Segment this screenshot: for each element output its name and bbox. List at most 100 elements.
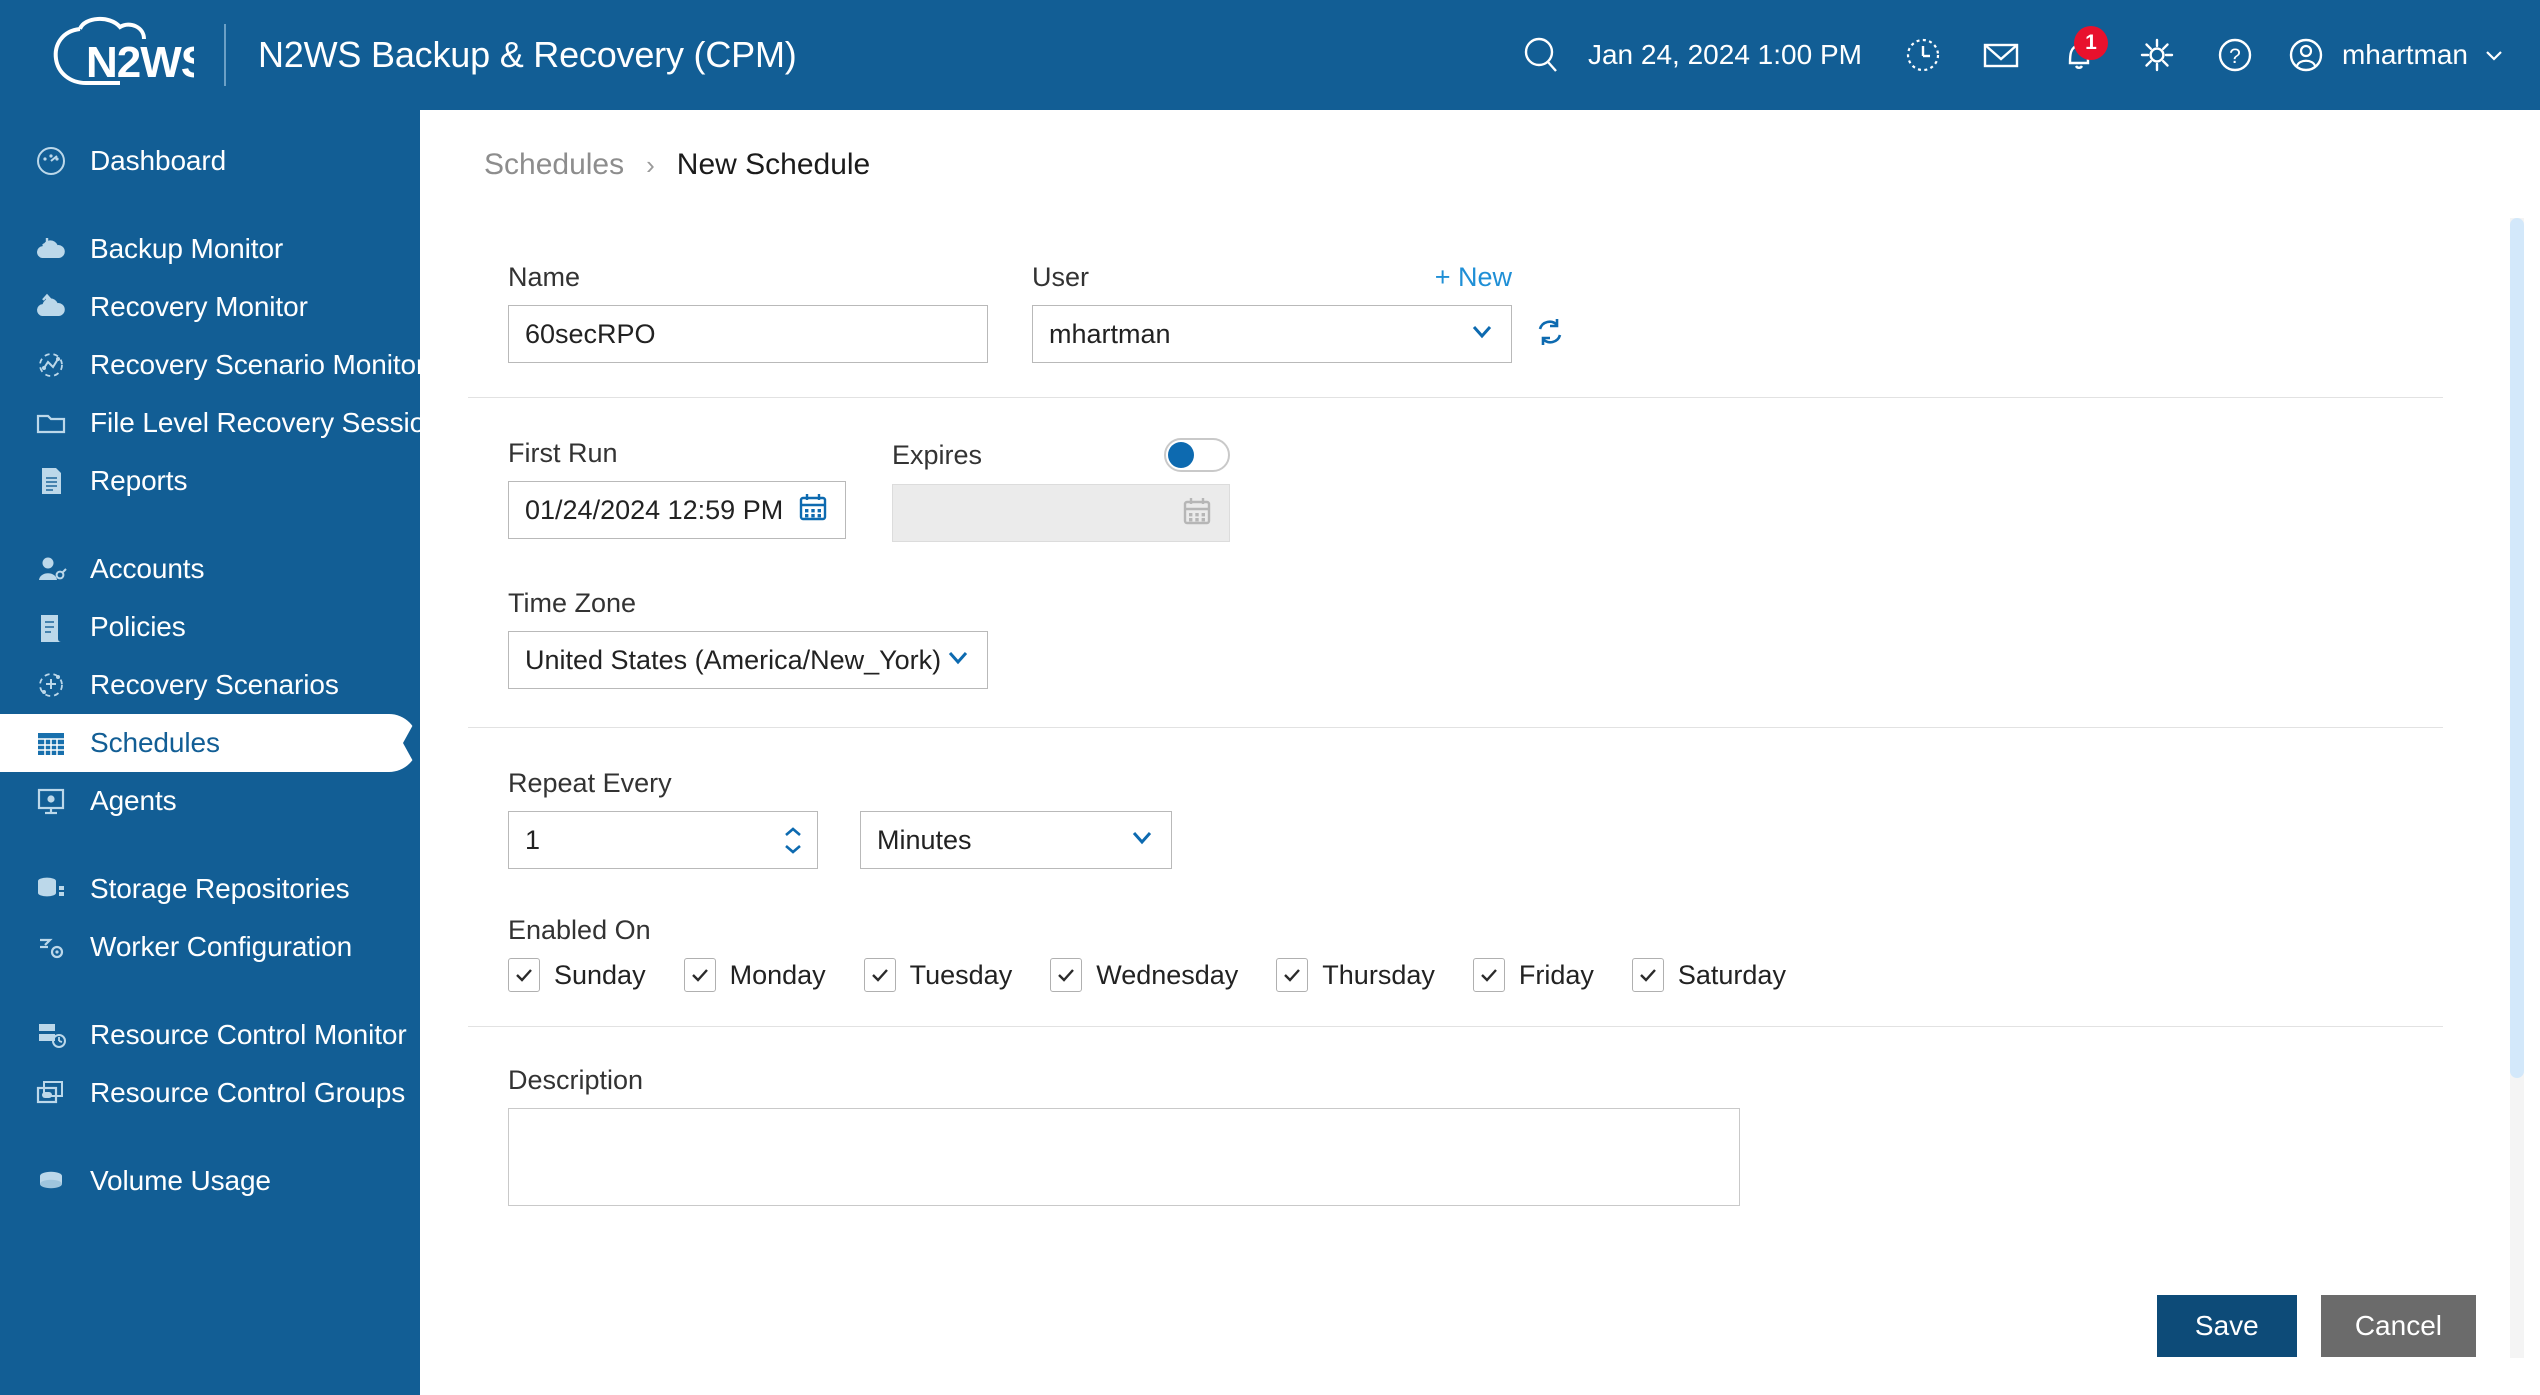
name-input[interactable]: 60secRPO: [508, 305, 988, 363]
checkbox-label: Saturday: [1677, 959, 1786, 990]
sidebar-label: File Level Recovery Sessions: [90, 407, 455, 438]
sidebar-label: Schedules: [90, 727, 220, 758]
user-menu[interactable]: mhartman: [2284, 33, 2506, 77]
user-select-value: mhartman: [1049, 318, 1171, 349]
user-circle-icon: [2289, 38, 2323, 72]
repeat-amount-value: 1: [525, 824, 541, 855]
checkbox-wednesday[interactable]: Wednesday: [1050, 958, 1238, 992]
save-button[interactable]: Save: [2156, 1295, 2297, 1357]
expires-input: [892, 484, 1230, 542]
checkbox-tuesday[interactable]: Tuesday: [863, 958, 1013, 992]
first-run-value: 01/24/2024 12:59 PM: [525, 494, 784, 525]
first-run-label: First Run: [508, 438, 618, 468]
refresh-icon[interactable]: [1534, 316, 1566, 353]
repeat-amount-stepper[interactable]: 1: [508, 811, 818, 869]
schedule-form: Name 60secRPO User + New mhartman First …: [468, 218, 2478, 1358]
sidebar-item-recovery-monitor[interactable]: Recovery Monitor: [0, 278, 420, 336]
checkbox-label: Friday: [1518, 959, 1594, 990]
sidebar-label: Agents: [90, 785, 177, 816]
chevron-down-icon: [785, 844, 801, 854]
sidebar-label: Backup Monitor: [90, 233, 284, 264]
checkmark-icon: [1631, 958, 1664, 992]
identity-section: Name 60secRPO User + New mhartman: [468, 218, 2478, 397]
timezone-select[interactable]: United States (America/New_York): [508, 631, 988, 689]
description-textarea[interactable]: [508, 1108, 1740, 1206]
username-label: mhartman: [2341, 39, 2468, 70]
document-icon: [22, 459, 80, 503]
checkmark-icon: [1276, 958, 1309, 992]
sidebar-item-recovery-scenario-monitor[interactable]: Recovery Scenario Monitor: [0, 336, 425, 394]
new-user-link[interactable]: + New: [1435, 262, 1512, 293]
expires-label: Expires: [892, 439, 983, 470]
checkmark-icon: [863, 958, 896, 992]
sidebar-item-volume-usage[interactable]: Volume Usage: [0, 1152, 420, 1210]
recurrence-section: Repeat Every 1 Minutes Enabled On Sunday…: [468, 728, 2478, 1026]
first-run-input[interactable]: 01/24/2024 12:59 PM: [508, 481, 846, 539]
name-field-group: Name 60secRPO: [508, 262, 988, 363]
form-scrollbar-thumb[interactable]: [2510, 218, 2524, 1078]
form-actions: Save Cancel: [2156, 1295, 2476, 1357]
user-select[interactable]: mhartman: [1032, 305, 1512, 363]
disk-icon: [22, 1159, 80, 1203]
expires-toggle[interactable]: [1164, 438, 1230, 472]
checkbox-label: Tuesday: [909, 959, 1013, 990]
question-circle-icon[interactable]: ?: [2196, 16, 2274, 94]
sidebar-item-policies[interactable]: Policies: [0, 598, 420, 656]
brand-block: N2WS N2WS Backup & Recovery (CPM): [0, 15, 797, 95]
sidebar-item-storage-repositories[interactable]: Storage Repositories: [0, 860, 420, 918]
sidebar-item-schedules[interactable]: Schedules: [0, 714, 419, 772]
sidebar-label: Recovery Scenarios: [90, 669, 339, 700]
stepper-arrows[interactable]: [781, 825, 805, 856]
checkmark-icon: [1472, 958, 1505, 992]
calendar-icon[interactable]: [797, 491, 829, 530]
chevron-down-icon: [1129, 824, 1155, 857]
sidebar-item-dashboard[interactable]: Dashboard: [0, 132, 420, 190]
checkbox-sunday[interactable]: Sunday: [508, 958, 646, 992]
description-label: Description: [508, 1065, 644, 1095]
checkbox-monday[interactable]: Monday: [683, 958, 826, 992]
checkbox-label: Monday: [729, 959, 826, 990]
form-scrollbar-track[interactable]: [2510, 218, 2524, 1358]
chevron-down-icon: [1469, 318, 1495, 351]
chevron-down-icon: [945, 644, 971, 677]
bell-icon[interactable]: 1: [2040, 16, 2118, 94]
envelope-icon[interactable]: [1962, 16, 2040, 94]
sidebar-item-reports[interactable]: Reports: [0, 452, 420, 510]
checkbox-thursday[interactable]: Thursday: [1276, 958, 1435, 992]
folder-icon: [22, 401, 80, 445]
sidebar-item-file-level-recovery[interactable]: File Level Recovery Sessions: [0, 394, 455, 452]
page-title: New Schedule: [676, 148, 871, 181]
sidebar-label: Resource Control Monitor: [90, 1019, 407, 1050]
sidebar-item-accounts[interactable]: Accounts: [0, 540, 420, 598]
layers-toggle-icon: [22, 1071, 80, 1115]
n2ws-logo[interactable]: N2WS: [34, 15, 210, 95]
enabled-on-label: Enabled On: [508, 915, 651, 945]
sidebar-item-worker-configuration[interactable]: Worker Configuration: [0, 918, 420, 976]
sidebar-label: Dashboard: [90, 145, 227, 176]
search-icon[interactable]: [1502, 16, 1580, 94]
database-stack-icon: [22, 867, 80, 911]
checkbox-label: Wednesday: [1096, 959, 1239, 990]
user-label: User: [1032, 262, 1090, 292]
sidebar-item-resource-control-groups[interactable]: Resource Control Groups: [0, 1064, 420, 1122]
cancel-button[interactable]: Cancel: [2320, 1295, 2476, 1357]
gear-icon[interactable]: [2118, 16, 2196, 94]
sidebar-item-backup-monitor[interactable]: Backup Monitor: [0, 220, 420, 278]
checkbox-friday[interactable]: Friday: [1472, 958, 1594, 992]
chevron-down-icon: [2486, 51, 2502, 61]
sidebar-item-recovery-scenarios[interactable]: Recovery Scenarios: [0, 656, 420, 714]
breadcrumb-parent-link[interactable]: Schedules: [484, 148, 624, 182]
sidebar-item-resource-control-monitor[interactable]: Resource Control Monitor: [0, 1006, 420, 1064]
repeat-unit-select[interactable]: Minutes: [860, 811, 1172, 869]
chevron-up-icon: [785, 826, 801, 836]
sidebar-label: Worker Configuration: [90, 931, 353, 962]
timezone-value: United States (America/New_York): [525, 644, 942, 675]
checkmark-icon: [508, 958, 540, 992]
sidebar-item-agents[interactable]: Agents: [0, 772, 420, 830]
svg-text:N2WS: N2WS: [86, 38, 194, 87]
clock-history-icon[interactable]: [1884, 16, 1962, 94]
checkbox-saturday[interactable]: Saturday: [1631, 958, 1786, 992]
notification-badge: 1: [2073, 26, 2108, 60]
